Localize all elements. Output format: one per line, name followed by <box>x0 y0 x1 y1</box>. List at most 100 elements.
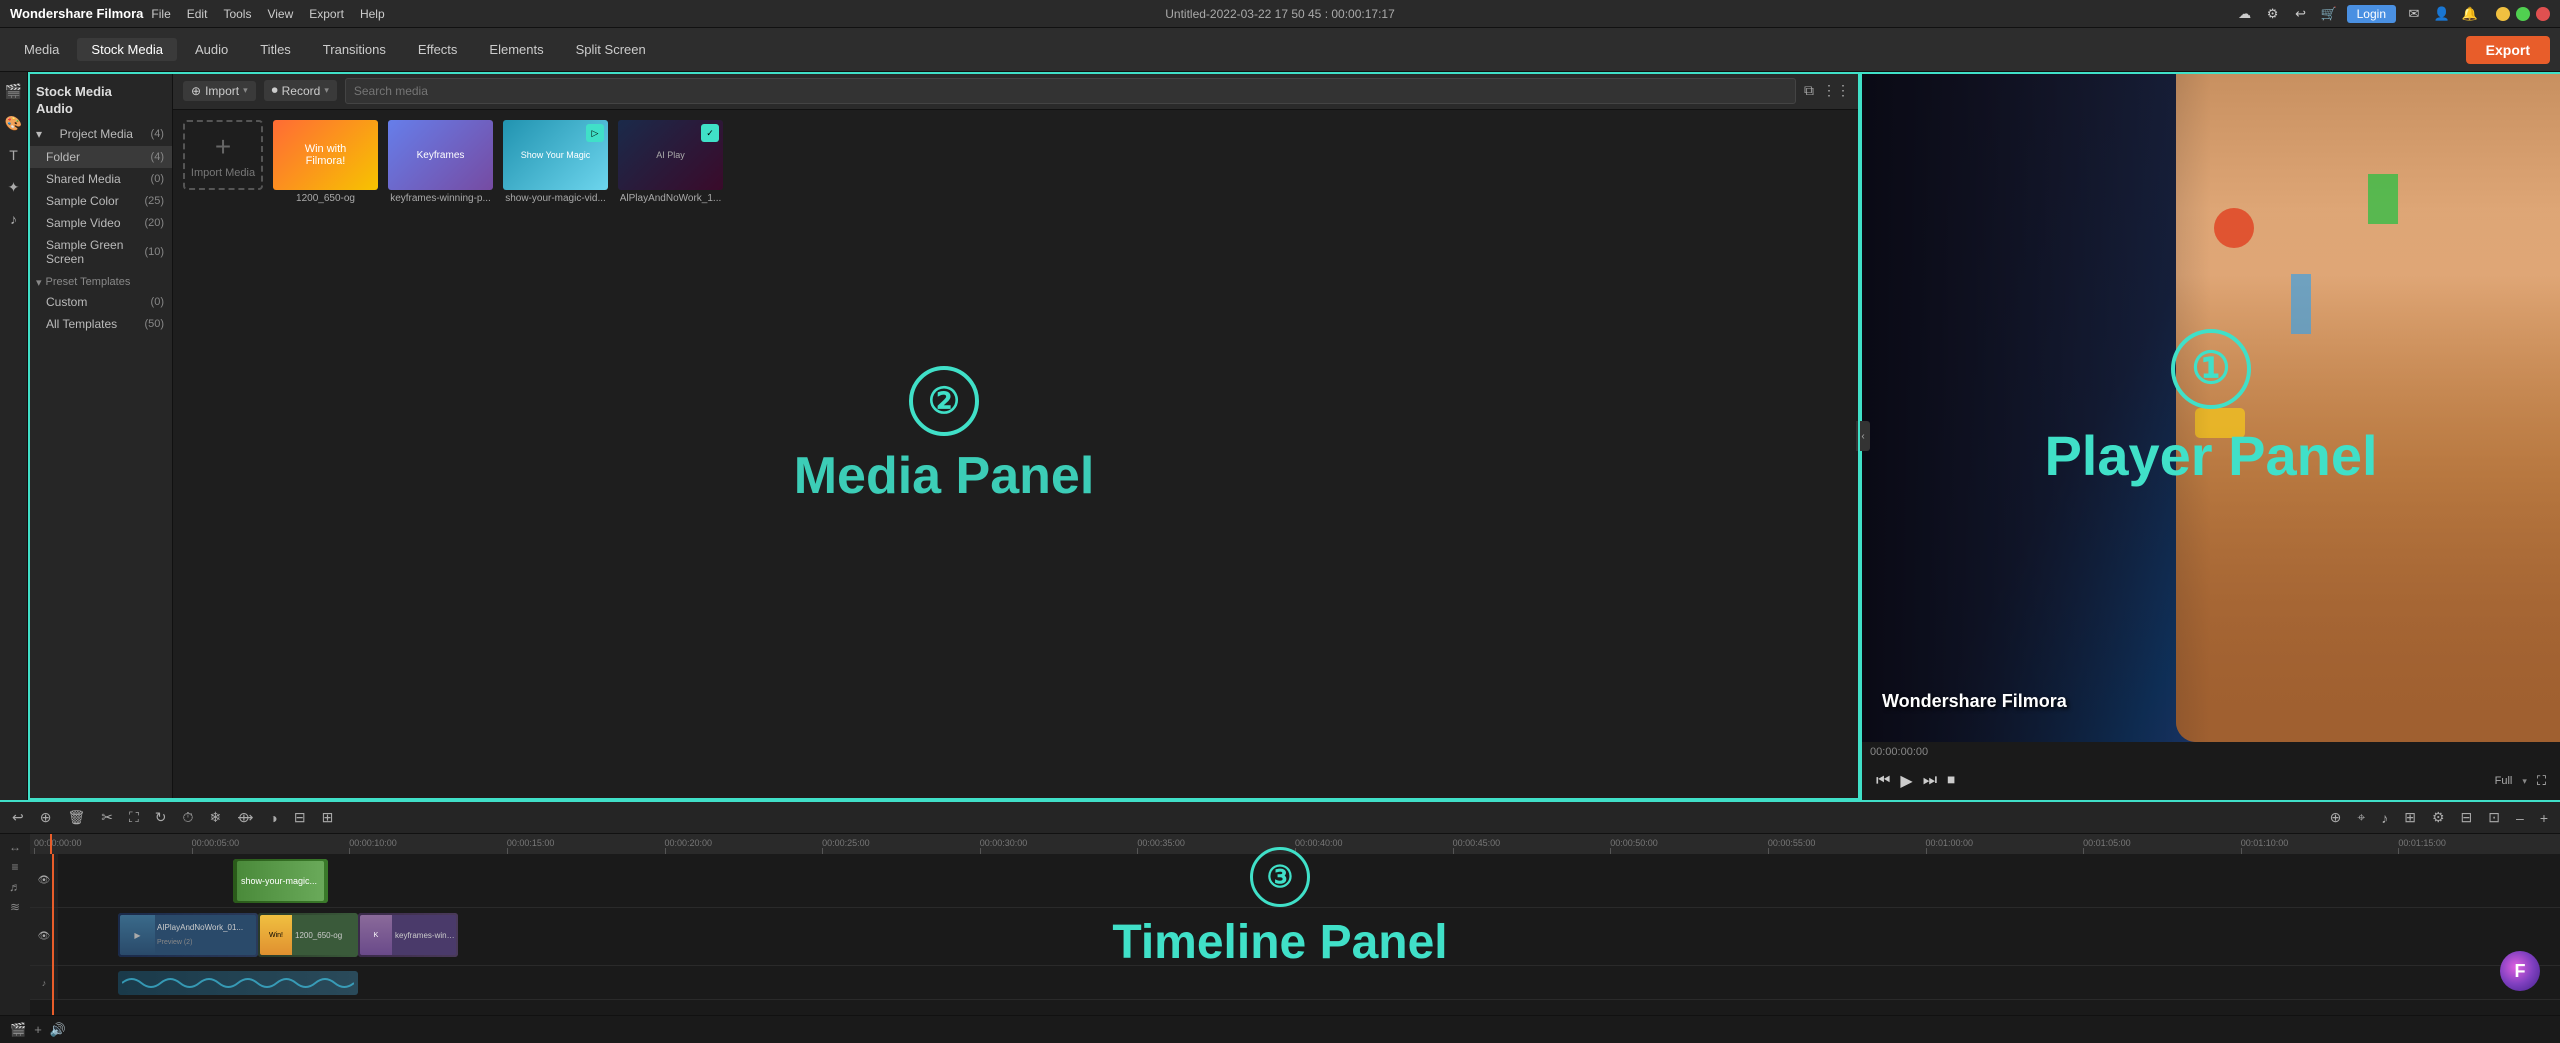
mail-icon[interactable]: ✉ <box>2404 4 2424 24</box>
bottom-plus-icon[interactable]: + <box>34 1022 42 1037</box>
tab-elements[interactable]: Elements <box>475 38 557 61</box>
tl-audio2-icon[interactable]: ♬ <box>9 880 21 894</box>
tl-cut-button[interactable]: ✂ <box>97 807 117 828</box>
menu-help[interactable]: Help <box>360 7 385 21</box>
tab-effects[interactable]: Effects <box>404 38 472 61</box>
cart-icon[interactable]: 🛒 <box>2319 4 2339 24</box>
player-zoom-dropdown[interactable]: ▾ <box>2522 776 2527 787</box>
playhead[interactable] <box>50 834 52 854</box>
player-skip-back-button[interactable]: ⏮ <box>1876 772 1890 790</box>
tl-track-icon[interactable]: ≡ <box>11 860 18 874</box>
tab-stock-media[interactable]: Stock Media <box>77 38 177 61</box>
menu-export[interactable]: Export <box>309 7 344 21</box>
player-play-button[interactable]: ▶ <box>1900 771 1912 791</box>
track-label-2: ♪ <box>30 966 58 999</box>
login-button[interactable]: Login <box>2347 5 2396 23</box>
export-button[interactable]: Export <box>2466 36 2550 64</box>
nav-item-shared-media[interactable]: Shared Media (0) <box>28 168 172 190</box>
settings-icon[interactable]: ⚙ <box>2263 4 2283 24</box>
player-skip-forward-button[interactable]: ⏭ <box>1923 772 1937 790</box>
nav-item-sample-color[interactable]: Sample Color (25) <box>28 190 172 212</box>
clip-overlay[interactable]: show-your-magic... <box>233 859 328 903</box>
grid-view-icon[interactable]: ⋮⋮ <box>1822 82 1850 99</box>
record-button[interactable]: ⏺ Record ▾ <box>264 80 337 101</box>
account-icon[interactable]: 👤 <box>2432 4 2452 24</box>
menu-tools[interactable]: Tools <box>223 7 251 21</box>
player-stop-button[interactable]: ⏹ <box>1947 772 1955 790</box>
player-fullscreen-button[interactable]: ⛶ <box>2537 773 2546 789</box>
media-item-1[interactable]: Keyframes keyframes-winning-p... <box>388 120 493 204</box>
clip-1200[interactable]: Win! 1200_650-og <box>258 913 358 957</box>
tl-grid-button[interactable]: ⊞ <box>2400 807 2420 828</box>
sidebar-color-icon[interactable]: 🎨 <box>3 112 25 134</box>
tl-settings-button[interactable]: ⚙ <box>2428 807 2449 828</box>
ruler-mark-13: 00:01:05:00 <box>2083 838 2241 854</box>
close-btn[interactable] <box>2536 7 2550 21</box>
clip-keyframes[interactable]: K keyframes-winning... <box>358 913 458 957</box>
tl-delete-button[interactable]: 🗑 <box>63 807 89 828</box>
nav-item-sample-video[interactable]: Sample Video (20) <box>28 212 172 234</box>
tl-split-button[interactable]: ⊟ <box>290 807 310 828</box>
tl-magnetic-icon[interactable]: ↔ <box>9 840 21 854</box>
media-item-label-0: 1200_650-og <box>296 193 355 204</box>
minimize-btn[interactable] <box>2496 7 2510 21</box>
nav-item-custom[interactable]: Custom (0) <box>28 291 172 313</box>
tl-split2-button[interactable]: ⊟ <box>2457 807 2477 828</box>
bottom-media-icon[interactable]: 🎬 <box>10 1022 26 1038</box>
clip-aiplay[interactable]: ▶ AIPlayAndNoWork_01... Preview (2) <box>118 913 258 957</box>
menu-edit[interactable]: Edit <box>187 7 208 21</box>
bottom-speaker-icon[interactable]: 🔊 <box>50 1022 66 1038</box>
tab-titles[interactable]: Titles <box>246 38 305 61</box>
titlebar-menu: File Edit Tools View Export Help <box>151 7 384 21</box>
media-search-input[interactable] <box>345 78 1796 104</box>
sidebar-media-icon[interactable]: 🎬 <box>3 80 25 102</box>
tl-snap-button[interactable]: ⊕ <box>2326 807 2346 828</box>
import-button[interactable]: ⊕ Import ▾ <box>183 81 256 101</box>
menu-view[interactable]: View <box>267 7 293 21</box>
tl-fit-button[interactable]: ⊡ <box>2484 807 2504 828</box>
tl-marker-button[interactable]: ⌖ <box>2353 807 2369 828</box>
notification-icon[interactable]: 🔔 <box>2460 4 2480 24</box>
tab-media[interactable]: Media <box>10 38 73 61</box>
maximize-btn[interactable] <box>2516 7 2530 21</box>
tab-transitions[interactable]: Transitions <box>309 38 400 61</box>
tl-transform-button[interactable]: ⟴ <box>233 807 257 828</box>
media-item-3[interactable]: AI Play ✓ AlPlayAndNoWork_1... <box>618 120 723 204</box>
tl-rotate-button[interactable]: ↻ <box>151 807 171 828</box>
window-title: Untitled-2022-03-22 17 50 45 : 00:00:17:… <box>1165 7 1395 21</box>
media-item-2[interactable]: Show Your Magic ▷ show-your-magic-vid... <box>503 120 608 204</box>
tl-color-button[interactable]: ◑ <box>265 808 281 828</box>
filter-icon[interactable]: ⧉ <box>1804 82 1814 99</box>
sidebar-text-icon[interactable]: T <box>3 144 25 166</box>
media-item-label-3: AlPlayAndNoWork_1... <box>620 193 722 204</box>
tl-crop-button[interactable]: ⛶ <box>125 807 143 828</box>
nav-item-folder[interactable]: Folder (4) <box>28 146 172 168</box>
media-nav: Stock Media Audio ▾ Project Media (4) Fo… <box>28 72 173 800</box>
nav-item-all-templates[interactable]: All Templates (50) <box>28 313 172 335</box>
sidebar-music-icon[interactable]: ♪ <box>3 208 25 230</box>
import-media-button[interactable]: + Import Media <box>183 120 263 190</box>
preset-templates-header[interactable]: ▾ Preset Templates <box>28 270 172 291</box>
tl-zoom-out-button[interactable]: – <box>2512 808 2528 828</box>
timeline-ruler: 00:00:00:00 00:00:05:00 00:00:10:00 00:0… <box>30 834 2560 854</box>
tl-audio-button[interactable]: ♪ <box>2377 808 2392 828</box>
tl-freeze-button[interactable]: ❄ <box>205 807 225 828</box>
app-logo: Wondershare Filmora <box>10 6 143 21</box>
tl-add-button[interactable]: ⊕ <box>36 807 56 828</box>
tab-audio[interactable]: Audio <box>181 38 242 61</box>
nav-item-project-media[interactable]: ▾ Project Media (4) <box>28 122 172 146</box>
nav-item-sample-green-screen[interactable]: Sample Green Screen (10) <box>28 234 172 270</box>
tl-group-button[interactable]: ⊞ <box>318 807 338 828</box>
tl-speed-button[interactable]: ⏱ <box>179 807 198 828</box>
ruler-mark-10: 00:00:50:00 <box>1610 838 1768 854</box>
cloud-icon[interactable]: ☁ <box>2235 4 2255 24</box>
clip-audio[interactable] <box>118 971 358 995</box>
media-item-0[interactable]: Win withFilmora! 1200_650-og <box>273 120 378 204</box>
sidebar-effects-icon[interactable]: ✦ <box>3 176 25 198</box>
undo-icon[interactable]: ↩ <box>2291 4 2311 24</box>
menu-file[interactable]: File <box>151 7 170 21</box>
tab-split-screen[interactable]: Split Screen <box>562 38 660 61</box>
tl-zoom-in-button[interactable]: + <box>2536 808 2552 828</box>
tl-undo-button[interactable]: ↩ <box>8 807 28 828</box>
tl-wave-icon[interactable]: ≋ <box>10 900 20 914</box>
